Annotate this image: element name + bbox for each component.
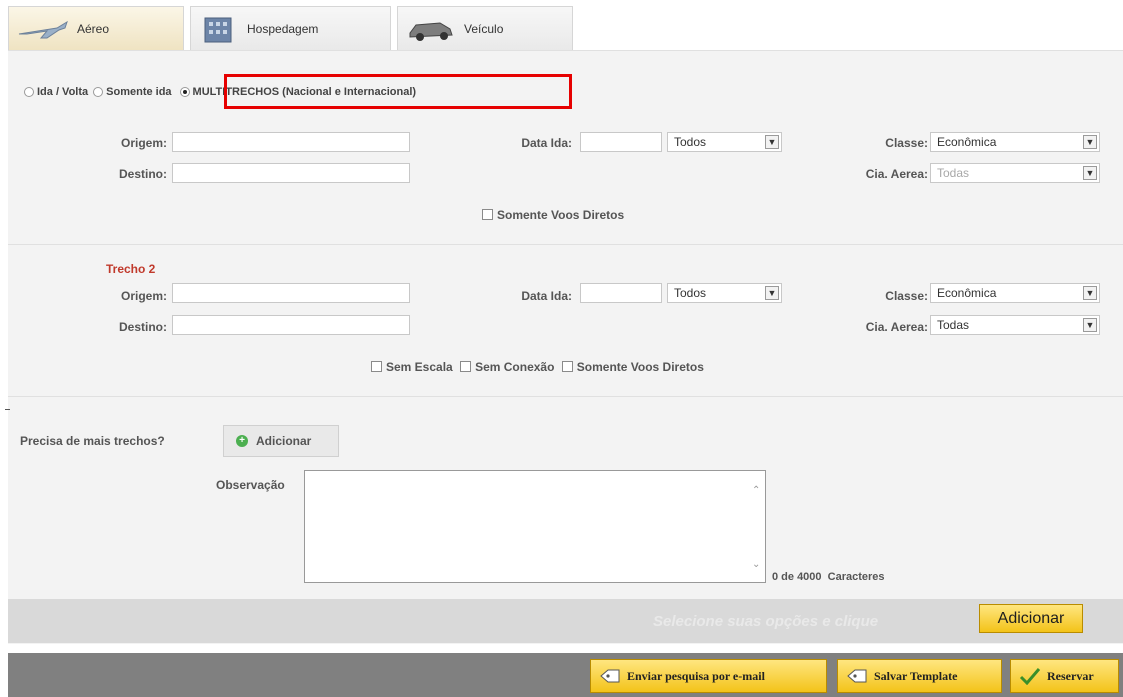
origem-2-label: Origem: [120, 289, 167, 303]
tag-icon [847, 669, 867, 683]
dash-mark [5, 409, 10, 410]
time-2-select-value: Todos [674, 286, 707, 300]
data-ida-2-input[interactable] [580, 283, 662, 303]
add-segment-button[interactable]: + Adicionar [223, 425, 339, 457]
checkmark-icon [1019, 668, 1041, 685]
sem-conexao-label: Sem Conexão [475, 360, 555, 374]
chevron-down-icon: ▼ [765, 135, 779, 149]
direct-only-label: Somente Voos Diretos [497, 208, 625, 222]
cia-2-select[interactable]: Todas ▼ [930, 315, 1100, 335]
highlight-box [224, 74, 572, 109]
trecho-2-title: Trecho 2 [106, 262, 156, 276]
chevron-down-icon: ▼ [1083, 318, 1097, 332]
segment2-options: Sem Escala Sem Conexão Somente Voos Dire… [371, 360, 704, 374]
radio-somente-ida-input[interactable] [93, 87, 104, 97]
scroll-down-icon: ⌄ [752, 559, 761, 570]
cia-select-value: Todas [937, 166, 970, 180]
classe-2-label: Classe: [885, 289, 928, 303]
scroll-up-icon: ⌃ [752, 485, 761, 496]
destino-label: Destino: [119, 167, 167, 181]
textarea-scrollbar[interactable]: ⌃ ⌄ [748, 471, 765, 582]
tab-hospedagem[interactable]: Hospedagem [190, 6, 391, 50]
time-select[interactable]: Todos ▼ [667, 132, 782, 152]
airplane-icon [18, 20, 68, 38]
chevron-down-icon: ▼ [1083, 286, 1097, 300]
tab-veiculo-label: Veículo [464, 21, 504, 36]
radio-somente-ida[interactable]: Somente ida [93, 86, 172, 98]
action-bar: Selecione suas opções e clique [8, 599, 1123, 643]
tag-icon [600, 669, 620, 683]
cia-2-label: Cia. Aerea: [865, 320, 928, 334]
destino-2-label: Destino: [119, 320, 167, 334]
classe-2-select-value: Econômica [937, 286, 997, 300]
car-icon [409, 21, 453, 41]
chevron-down-icon: ▼ [765, 286, 779, 300]
direct-only-checkbox[interactable] [482, 209, 493, 220]
origem-label: Origem: [120, 136, 167, 150]
destino-input[interactable] [172, 163, 410, 183]
direct-only-option[interactable]: Somente Voos Diretos [482, 208, 624, 222]
sem-conexao-checkbox[interactable] [460, 361, 472, 372]
radio-multitrechos-input[interactable] [179, 87, 190, 97]
adicionar-button[interactable]: Adicionar [979, 604, 1083, 633]
reserve-button[interactable]: Reservar [1010, 659, 1119, 693]
origem-input[interactable] [172, 132, 410, 152]
cia-2-select-value: Todas [937, 318, 970, 332]
add-segment-label: Adicionar [256, 434, 312, 448]
action-hint: Selecione suas opções e clique [653, 613, 879, 630]
tab-veiculo[interactable]: Veículo [397, 6, 573, 50]
chevron-down-icon: ▼ [1083, 166, 1097, 180]
chevron-down-icon: ▼ [1083, 135, 1097, 149]
email-search-button[interactable]: Enviar pesquisa por e-mail [590, 659, 827, 693]
time-select-value: Todos [674, 135, 707, 149]
classe-select[interactable]: Econômica ▼ [930, 132, 1100, 152]
sem-conexao-option[interactable]: Sem Conexão [460, 360, 554, 374]
save-template-label: Salvar Template [874, 668, 958, 683]
time-2-select[interactable]: Todos ▼ [667, 283, 782, 303]
data-ida-2-label: Data Ida: [521, 289, 572, 303]
classe-select-value: Econômica [937, 135, 997, 149]
destino-2-input[interactable] [172, 315, 410, 335]
radio-ida-volta-label: Ida / Volta [37, 86, 89, 98]
tab-hospedagem-label: Hospedagem [247, 21, 319, 36]
direct-only-2-label: Somente Voos Diretos [576, 360, 704, 374]
char-counter: 0 de 4000 Caracteres [772, 571, 885, 583]
data-ida-label: Data Ida: [521, 136, 572, 150]
observacao-textarea[interactable]: ⌃ ⌄ [304, 470, 766, 583]
sem-escala-option[interactable]: Sem Escala [371, 360, 453, 374]
hotel-icon [204, 17, 232, 42]
data-ida-input[interactable] [580, 132, 662, 152]
radio-ida-volta[interactable]: Ida / Volta [24, 86, 88, 98]
sem-escala-label: Sem Escala [386, 360, 453, 374]
radio-ida-volta-input[interactable] [24, 87, 34, 97]
classe-2-select[interactable]: Econômica ▼ [930, 283, 1100, 303]
observacao-label: Observação [216, 478, 285, 492]
direct-only-2-checkbox[interactable] [561, 361, 573, 372]
classe-label: Classe: [885, 136, 928, 150]
origem-2-input[interactable] [172, 283, 410, 303]
save-template-button[interactable]: Salvar Template [837, 659, 1002, 693]
add-icon: + [236, 435, 248, 447]
segment-divider [8, 396, 1123, 397]
sem-escala-checkbox[interactable] [371, 361, 382, 372]
segment-divider [8, 244, 1123, 245]
cia-label: Cia. Aerea: [865, 167, 928, 181]
tab-aereo[interactable]: Aéreo [8, 6, 184, 50]
radio-somente-ida-label: Somente ida [106, 86, 172, 98]
cia-select[interactable]: Todas ▼ [930, 163, 1100, 183]
more-segments-question: Precisa de mais trechos? [20, 434, 165, 448]
tab-aereo-label: Aéreo [77, 21, 110, 36]
reserve-label: Reservar [1047, 668, 1094, 683]
email-search-label: Enviar pesquisa por e-mail [627, 668, 765, 683]
direct-only-2-option[interactable]: Somente Voos Diretos [561, 360, 704, 374]
